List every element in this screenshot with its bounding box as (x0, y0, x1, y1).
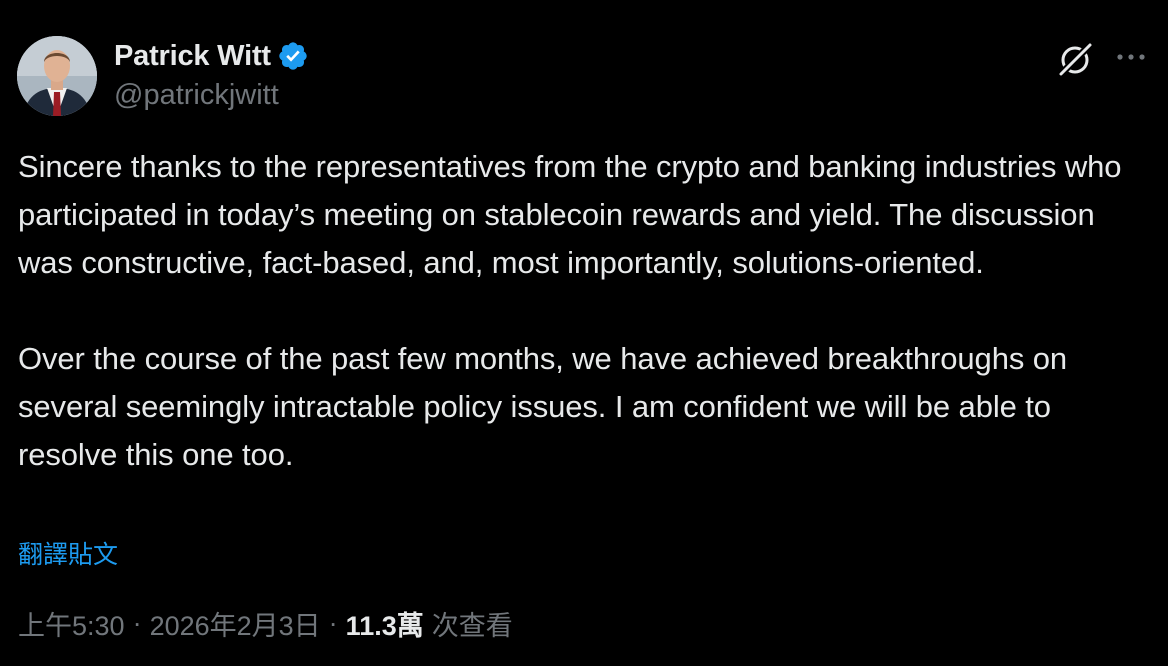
tweet-card: Patrick Witt @patrickjwitt Sincere thank… (0, 0, 1168, 666)
tweet-paragraph: Over the course of the past few months, … (18, 341, 1068, 472)
tweet-paragraph: Sincere thanks to the representatives fr… (18, 149, 1122, 280)
tweet-metadata: 上午5:30 · 2026年2月3日 · 11.3萬 次查看 (18, 603, 513, 643)
separator-dot: · (328, 607, 338, 638)
separator-dot: · (132, 607, 142, 638)
tweet-text: Sincere thanks to the representatives fr… (18, 143, 1138, 479)
display-name[interactable]: Patrick Witt (114, 40, 271, 73)
avatar-image (17, 36, 97, 116)
author-handle[interactable]: @patrickjwitt (114, 79, 279, 112)
grok-icon[interactable] (1056, 40, 1094, 78)
avatar[interactable] (17, 36, 97, 116)
author-name-row[interactable]: Patrick Witt (114, 38, 309, 74)
views-label: 次查看 (431, 610, 513, 641)
verified-badge-icon[interactable] (277, 40, 309, 72)
more-options-icon[interactable] (1114, 46, 1148, 68)
views-count[interactable]: 11.3萬 (346, 604, 424, 643)
translate-post-link[interactable]: 翻譯貼文 (18, 535, 118, 571)
tweet-date[interactable]: 2026年2月3日 (150, 604, 321, 643)
tweet-time[interactable]: 上午5:30 (18, 604, 125, 643)
